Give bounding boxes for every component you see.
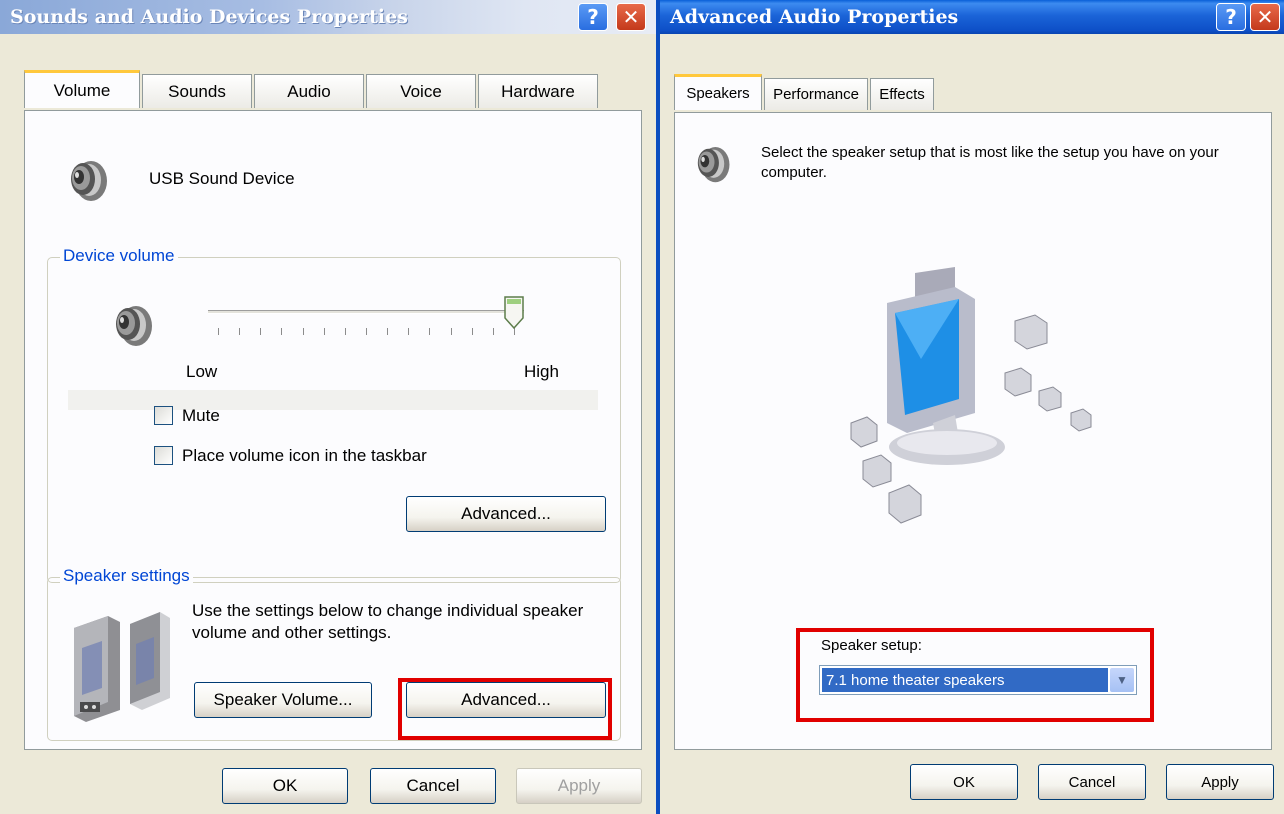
left-cancel-button[interactable]: Cancel: [370, 768, 496, 804]
close-icon: ✕: [1256, 5, 1274, 29]
speaker-icon: [71, 161, 107, 201]
slider-thumb[interactable]: [504, 296, 524, 330]
slider-tick: [366, 328, 367, 335]
slider-tick: [387, 328, 389, 335]
tab-label: Voice: [400, 81, 442, 101]
volume-speaker-icon: [116, 306, 152, 346]
tab-label: Audio: [287, 81, 331, 101]
device-name: USB Sound Device: [149, 169, 295, 188]
button-label: OK: [953, 773, 975, 791]
right-help-button[interactable]: ?: [1216, 3, 1246, 31]
tab-effects[interactable]: Effects: [870, 78, 934, 110]
tab-performance[interactable]: Performance: [764, 78, 868, 110]
sounds-audio-properties-window: Sounds and Audio Devices Properties ? ✕ …: [0, 0, 656, 814]
tab-label: Effects: [879, 86, 925, 103]
right-cancel-button[interactable]: Cancel: [1038, 764, 1146, 800]
tab-voice[interactable]: Voice: [366, 74, 476, 108]
slider-tick: [281, 328, 283, 335]
device-volume-slider[interactable]: [208, 296, 524, 358]
slider-tick: [218, 328, 219, 335]
tab-volume[interactable]: Volume: [24, 70, 140, 108]
tab-label: Performance: [773, 86, 859, 103]
left-title-bar[interactable]: Sounds and Audio Devices Properties: [0, 0, 656, 34]
slider-tick: [450, 328, 452, 335]
mute-label: Mute: [182, 406, 220, 425]
left-tab-strip: Volume Sounds Audio Voice Hardware: [24, 70, 656, 110]
slider-tick: [260, 328, 262, 335]
speaker-settings-legend: Speaker settings: [60, 566, 193, 586]
speaker-setup-description: Select the speaker setup that is most li…: [761, 144, 1219, 181]
help-icon: ?: [1225, 5, 1237, 29]
highlight-box-advanced: [398, 678, 612, 740]
tab-audio[interactable]: Audio: [254, 74, 364, 108]
left-apply-button[interactable]: Apply: [516, 768, 642, 804]
button-label: Speaker Volume...: [213, 690, 353, 709]
right-ok-button[interactable]: OK: [910, 764, 1018, 800]
device-advanced-button[interactable]: Advanced...: [406, 496, 606, 532]
volume-tab-panel: USB Sound Device Device volume Low High …: [24, 110, 642, 750]
button-label: Cancel: [1068, 773, 1116, 791]
slider-tick: [408, 328, 410, 335]
button-label: Cancel: [406, 776, 460, 795]
device-volume-legend: Device volume: [60, 246, 178, 266]
speaker-volume-button[interactable]: Speaker Volume...: [194, 682, 372, 718]
mute-checkbox[interactable]: [154, 406, 173, 425]
volume-high-label: High: [524, 362, 559, 381]
advanced-audio-properties-window: Advanced Audio Properties ? ✕ Speakers P…: [660, 0, 1284, 814]
left-window-title: Sounds and Audio Devices Properties: [10, 6, 408, 28]
right-title-bar[interactable]: Advanced Audio Properties: [660, 0, 1284, 34]
slider-tick: [239, 328, 241, 335]
slider-tick: [429, 328, 431, 335]
help-icon: ?: [587, 5, 599, 29]
slider-track: [208, 310, 524, 314]
tab-sounds[interactable]: Sounds: [142, 74, 252, 108]
device-volume-group: Device volume Low High Mute Place volume…: [47, 246, 621, 583]
right-window-title: Advanced Audio Properties: [670, 6, 959, 28]
slider-tick: [302, 328, 304, 335]
speaker-settings-description: Use the settings below to change individ…: [192, 601, 584, 642]
tab-label: Speakers: [686, 85, 750, 102]
button-label: Apply: [1201, 773, 1239, 791]
slider-tick: [344, 328, 346, 335]
speaker-icon: [697, 147, 730, 183]
right-apply-button[interactable]: Apply: [1166, 764, 1274, 800]
right-close-button[interactable]: ✕: [1250, 3, 1280, 31]
volume-low-label: Low: [186, 362, 218, 381]
right-tab-strip: Speakers Performance Effects: [674, 74, 1284, 112]
left-close-button[interactable]: ✕: [616, 3, 646, 31]
tab-label: Sounds: [168, 81, 226, 101]
highlight-box-speaker-setup: [796, 628, 1154, 722]
left-help-button[interactable]: ?: [578, 3, 608, 31]
divider-band: [68, 390, 598, 410]
tab-label: Volume: [53, 80, 111, 100]
taskbar-icon-checkbox[interactable]: [154, 446, 173, 465]
tab-speakers[interactable]: Speakers: [674, 74, 762, 110]
left-ok-button[interactable]: OK: [222, 768, 348, 804]
speaker-layout-illustration: [850, 267, 1092, 524]
slider-tick: [492, 328, 494, 335]
slider-tick: [471, 328, 473, 335]
button-label: Advanced...: [461, 504, 551, 523]
close-icon: ✕: [622, 5, 640, 29]
button-label: OK: [272, 776, 298, 795]
button-label: Apply: [557, 776, 601, 795]
desktop-speakers-icon: [74, 612, 170, 722]
taskbar-icon-label: Place volume icon in the taskbar: [182, 446, 427, 465]
tab-label: Hardware: [501, 81, 575, 101]
tab-hardware[interactable]: Hardware: [478, 74, 598, 108]
slider-tick: [323, 328, 325, 335]
